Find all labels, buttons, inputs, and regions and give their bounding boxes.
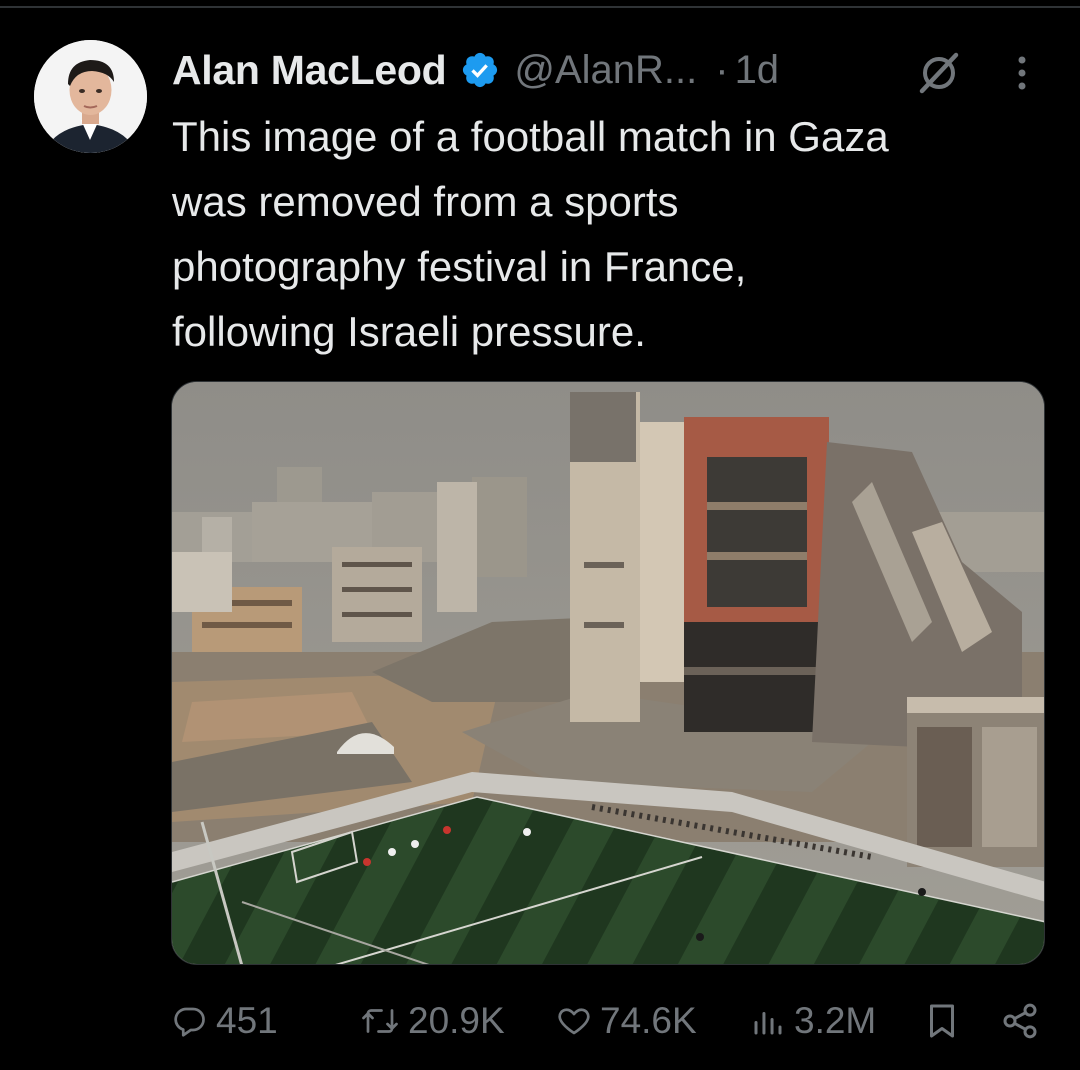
separator: · [715, 47, 729, 92]
repost-button[interactable]: 20.9K [360, 996, 505, 1046]
timestamp[interactable]: 1d [735, 48, 780, 93]
grok-icon[interactable] [916, 50, 962, 96]
views-icon [754, 1012, 782, 1035]
action-bar: 451 20.9K 74.6K 3.2M [172, 996, 1042, 1046]
photo-football-match-amid-ruins-icon [172, 382, 1044, 964]
like-button[interactable]: 74.6K [556, 996, 697, 1046]
more-icon[interactable] [1010, 52, 1034, 94]
reply-icon [174, 1007, 205, 1037]
reply-count: 451 [216, 1000, 278, 1041]
repost-icon [362, 1009, 398, 1033]
profile-photo-icon [34, 40, 147, 153]
share-button[interactable] [1000, 996, 1040, 1046]
bookmark-icon [930, 1004, 954, 1038]
like-icon [558, 1008, 590, 1035]
display-name[interactable]: Alan MacLeod [172, 47, 447, 94]
verified-badge-icon [463, 52, 498, 88]
like-count: 74.6K [600, 1000, 697, 1041]
reply-button[interactable]: 451 [172, 996, 278, 1046]
bookmark-button[interactable] [924, 996, 960, 1046]
tweet-text: This image of a football match in Gaza w… [172, 104, 1052, 364]
views-button[interactable]: 3.2M [750, 996, 876, 1046]
repost-count: 20.9K [408, 1000, 505, 1041]
share-icon [1003, 1003, 1037, 1039]
tweet-text-line: photography festival in France, [172, 243, 747, 290]
views-count: 3.2M [794, 1000, 877, 1041]
top-divider [0, 6, 1080, 8]
tweet-text-line: following Israeli pressure. [172, 308, 646, 355]
tweet-text-line: This image of a football match in Gaza [172, 113, 889, 160]
tweet-photo[interactable] [171, 381, 1045, 965]
avatar[interactable] [34, 40, 147, 153]
handle[interactable]: @AlanR... [514, 48, 697, 93]
tweet-text-line: was removed from a sports [172, 178, 679, 225]
